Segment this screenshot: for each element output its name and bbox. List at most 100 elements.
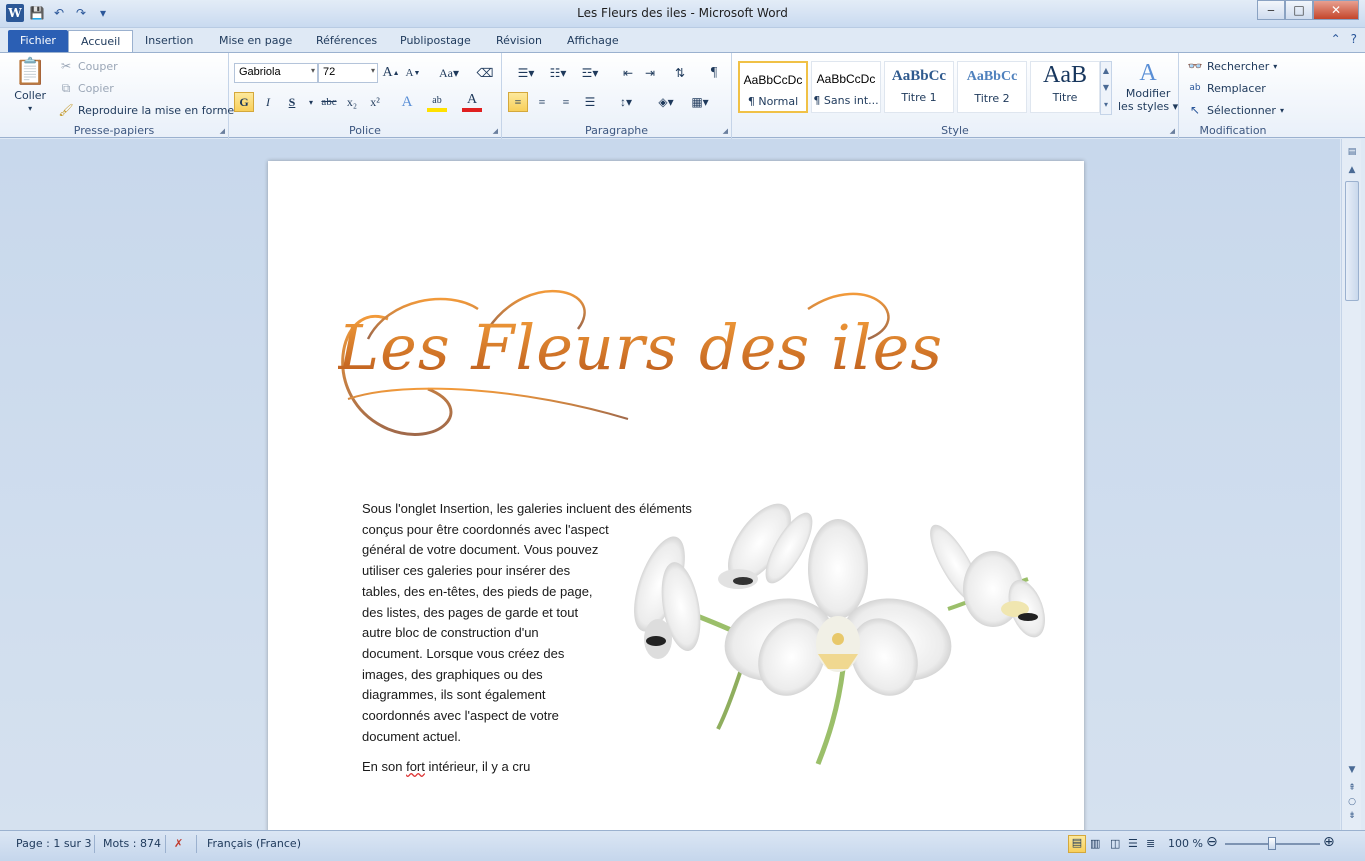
text-effects-icon[interactable]: A: [397, 92, 417, 112]
style-sans-interligne[interactable]: AaBbCcDc ¶ Sans int...: [811, 61, 881, 113]
cut-button[interactable]: ✂ Couper: [58, 58, 118, 74]
font-name-combo[interactable]: Gabriola ▾: [234, 63, 318, 83]
replace-icon: ab: [1189, 83, 1201, 93]
modify-styles-button[interactable]: A Modifier les styles ▾: [1118, 59, 1178, 113]
replace-button[interactable]: ab Remplacer: [1187, 80, 1265, 96]
body-line-second-paragraph[interactable]: En son fort intérieur, il y a cru: [362, 759, 530, 774]
highlight-button[interactable]: ab: [427, 92, 447, 112]
superscript-button[interactable]: x²: [365, 92, 385, 112]
line-spacing-icon[interactable]: ↕▾: [612, 92, 640, 112]
paste-button[interactable]: 📋 Coller ▾: [14, 57, 46, 113]
minimize-button[interactable]: ‒: [1257, 0, 1285, 20]
copy-button[interactable]: ⧉ Copier: [58, 80, 114, 96]
tab-insertion[interactable]: Insertion: [133, 30, 205, 52]
select-button[interactable]: ↖ Sélectionner ▾: [1187, 102, 1284, 118]
document-title[interactable]: Les Fleurs des iles: [338, 311, 943, 384]
zoom-slider-knob[interactable]: [1268, 837, 1276, 850]
scrollbar-thumb[interactable]: [1345, 181, 1359, 301]
chevron-down-icon: ▾: [28, 104, 33, 113]
bold-button[interactable]: G: [234, 92, 254, 112]
tab-revision[interactable]: Révision: [484, 30, 554, 52]
full-screen-reading-icon[interactable]: ▥: [1090, 837, 1100, 850]
tab-fichier[interactable]: Fichier: [8, 30, 68, 52]
shrink-font-button[interactable]: A ▼: [403, 63, 423, 83]
minimize-ribbon-icon[interactable]: ⌃: [1331, 32, 1341, 46]
format-painter-button[interactable]: 🖌 Reproduire la mise en forme: [58, 102, 234, 118]
status-bar: Page : 1 sur 3 Mots : 874 ✗ Français (Fr…: [0, 830, 1365, 861]
web-layout-icon[interactable]: ◫: [1110, 837, 1120, 850]
numbering-icon[interactable]: ☷▾: [544, 63, 572, 83]
window-title: Les Fleurs des iles - Microsoft Word: [577, 6, 788, 20]
shading-icon[interactable]: ◈▾: [652, 92, 680, 112]
style-titre-1[interactable]: AaBbCc Titre 1: [884, 61, 954, 113]
print-layout-icon[interactable]: ▤: [1068, 835, 1086, 853]
ruler-toggle-icon[interactable]: ▤: [1344, 147, 1360, 161]
tab-accueil[interactable]: Accueil: [68, 30, 134, 52]
font-color-button[interactable]: A: [462, 92, 482, 112]
chevron-down-icon: ▾: [370, 66, 375, 75]
help-icon[interactable]: ?: [1351, 32, 1357, 46]
tab-affichage[interactable]: Affichage: [555, 30, 631, 52]
language-indicator[interactable]: Français (France): [207, 837, 301, 850]
document-page[interactable]: Les Fleurs des iles Sous l'onglet Insert…: [268, 161, 1084, 830]
style-titre[interactable]: AaB Titre: [1030, 61, 1100, 113]
align-left-icon[interactable]: ≡: [508, 92, 528, 112]
increase-indent-icon[interactable]: ⇥: [640, 63, 660, 83]
bullets-icon[interactable]: ☰▾: [512, 63, 540, 83]
decrease-indent-icon[interactable]: ⇤: [618, 63, 638, 83]
close-button[interactable]: ✕: [1313, 0, 1359, 20]
scroll-down-icon[interactable]: ▼: [1344, 765, 1360, 779]
styles-gallery-scroll[interactable]: ▲ ▼ ▾: [1100, 61, 1112, 115]
grow-font-button[interactable]: A ▲: [381, 63, 401, 83]
scroll-up-icon[interactable]: ▲: [1344, 165, 1360, 179]
tab-references[interactable]: Références: [304, 30, 389, 52]
style-titre-2[interactable]: AaBbCc Titre 2: [957, 61, 1027, 113]
zoom-in-icon[interactable]: ⊕: [1323, 834, 1335, 850]
change-case-button[interactable]: Aa ▾: [435, 63, 463, 83]
group-font: Gabriola ▾ 72 ▾ A ▲ A ▼ Aa ▾ ⌫ G I S ▾ abc x₂…: [229, 53, 502, 139]
align-center-icon[interactable]: ≡: [532, 92, 552, 112]
cursor-icon: ↖: [1189, 103, 1201, 117]
tab-publipostage[interactable]: Publipostage: [388, 30, 483, 52]
vertical-scrollbar[interactable]: ▤ ▲ ▼ ⇞ ○ ⇟: [1341, 139, 1361, 830]
page-counter[interactable]: Page : 1 sur 3: [16, 837, 92, 850]
chevron-down-icon: ▾: [310, 66, 315, 75]
zoom-out-icon[interactable]: ⊖: [1206, 834, 1218, 850]
find-button[interactable]: 👓 Rechercher ▾: [1187, 58, 1278, 74]
previous-page-icon[interactable]: ⇞: [1344, 783, 1360, 797]
outline-icon[interactable]: ☰: [1128, 837, 1138, 850]
justify-icon[interactable]: ☰: [580, 92, 600, 112]
italic-button[interactable]: I: [258, 92, 278, 112]
clear-formatting-icon[interactable]: ⌫: [475, 63, 495, 83]
maximize-button[interactable]: □: [1285, 0, 1313, 20]
style-normal[interactable]: AaBbCcDc ¶ Normal: [738, 61, 808, 113]
browse-object-icon[interactable]: ○: [1344, 797, 1360, 811]
draft-icon[interactable]: ≣: [1146, 837, 1155, 850]
subscript-button[interactable]: x₂: [342, 92, 362, 112]
paintbrush-icon: 🖌: [58, 103, 74, 117]
zoom-level[interactable]: 100 %: [1168, 837, 1203, 850]
group-label-modification: Modification: [1199, 124, 1267, 137]
dialog-launcher-icon[interactable]: ◢: [1170, 127, 1175, 135]
align-right-icon[interactable]: ≡: [556, 92, 576, 112]
strikethrough-button[interactable]: abc: [317, 92, 341, 112]
borders-icon[interactable]: ▦▾: [686, 92, 714, 112]
copy-icon: ⧉: [61, 80, 71, 95]
show-formatting-button[interactable]: ¶: [704, 63, 724, 83]
group-editing: 👓 Rechercher ▾ ab Remplacer ↖ Sélectionne…: [1179, 53, 1287, 139]
tab-mise-en-page[interactable]: Mise en page: [207, 30, 304, 52]
dialog-launcher-icon[interactable]: ◢: [220, 127, 225, 135]
underline-button[interactable]: S: [282, 92, 302, 112]
word-count[interactable]: Mots : 874: [103, 837, 161, 850]
multilevel-list-icon[interactable]: ☲▾: [576, 63, 604, 83]
group-clipboard: 📋 Coller ▾ ✂ Couper ⧉ Copier 🖌 Reproduir…: [0, 53, 234, 139]
proofing-icon[interactable]: ✗: [174, 837, 183, 850]
misspelled-word[interactable]: fort: [406, 759, 425, 774]
document-area[interactable]: Les Fleurs des iles Sous l'onglet Insert…: [0, 139, 1340, 830]
font-size-combo[interactable]: 72 ▾: [318, 63, 378, 83]
body-paragraph[interactable]: Sous l'onglet Insertion, les galeries in…: [362, 499, 712, 747]
dialog-launcher-icon[interactable]: ◢: [493, 127, 498, 135]
next-page-icon[interactable]: ⇟: [1344, 811, 1360, 825]
sort-icon[interactable]: ⇅: [670, 63, 690, 83]
dialog-launcher-icon[interactable]: ◢: [723, 127, 728, 135]
